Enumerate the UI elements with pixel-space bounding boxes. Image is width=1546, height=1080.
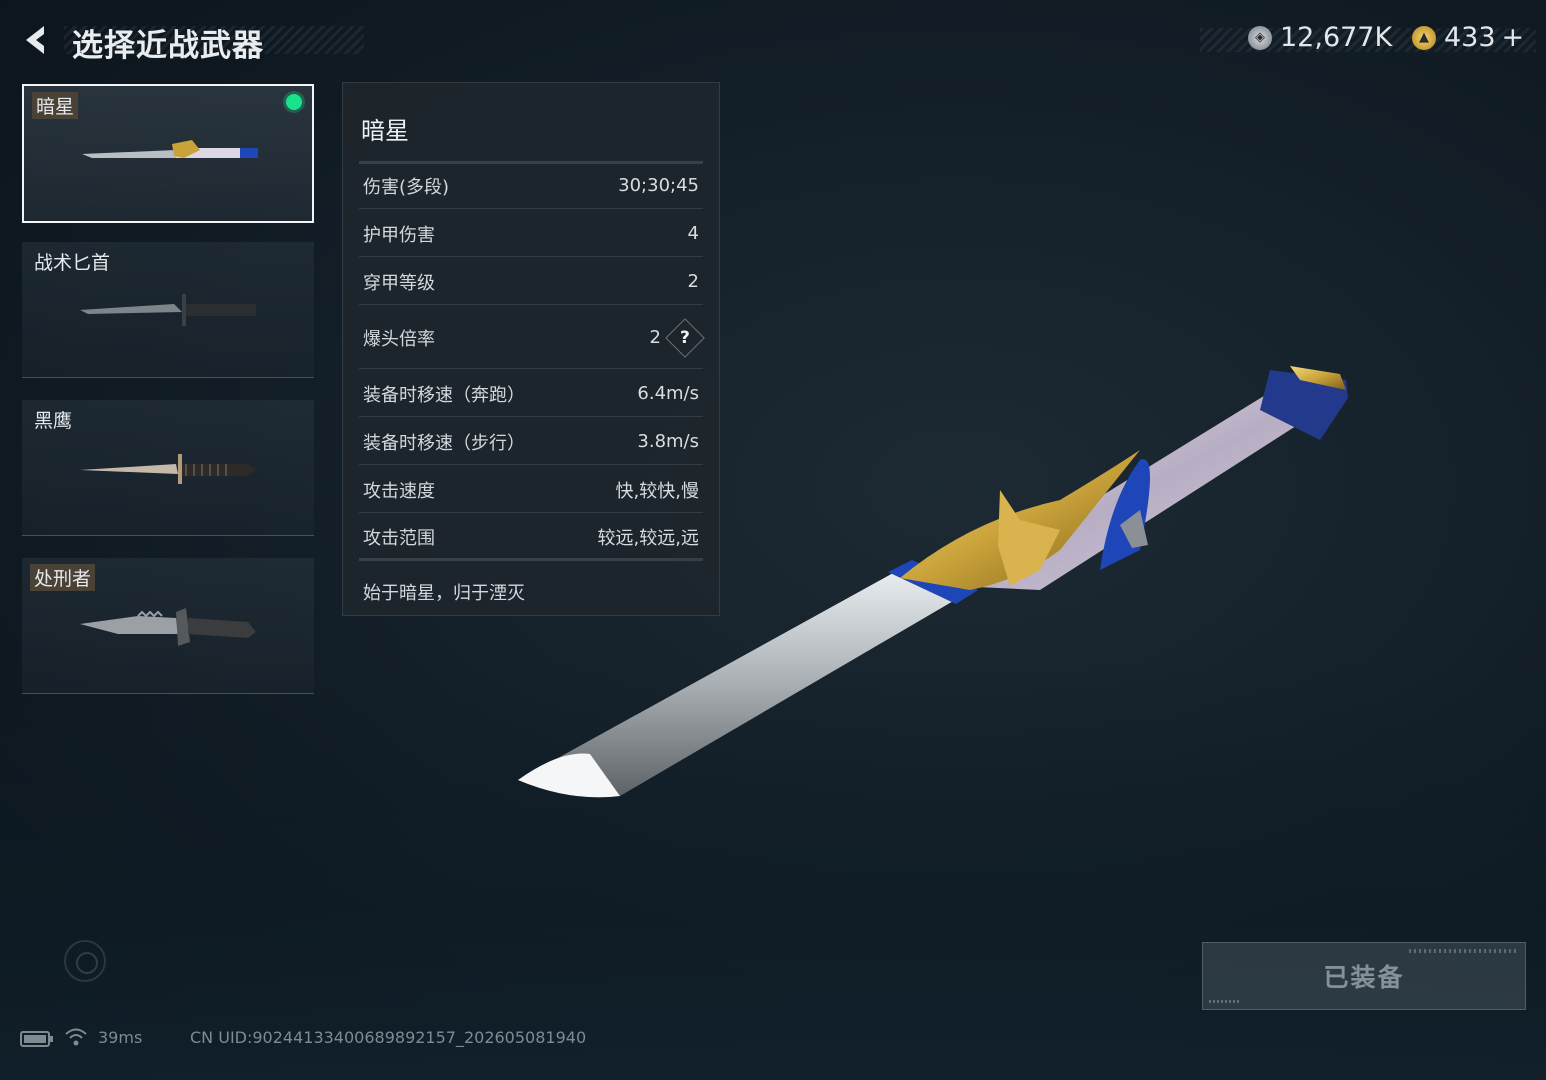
add-gold-button[interactable]: +	[1502, 22, 1525, 53]
stat-value: 4	[687, 223, 699, 244]
black-hawk-thumbnail	[80, 454, 256, 484]
stat-label: 攻击速度	[363, 480, 435, 502]
weapon-card-label: 战术匕首	[34, 252, 111, 274]
stat-value: 2	[687, 271, 699, 292]
ping-value: 39ms	[98, 1028, 143, 1047]
stat-value-group: 2 ?	[649, 317, 705, 358]
button-decoration	[1209, 1000, 1239, 1003]
gold-currency-value: 433	[1444, 22, 1496, 53]
stat-label: 穿甲等级	[363, 272, 435, 294]
weapon-card-anxing[interactable]: 暗星	[22, 84, 314, 223]
weapon-card-tactical-dagger[interactable]: 战术匕首	[22, 242, 314, 378]
anxing-knife-thumbnail	[82, 140, 258, 158]
weapon-card-black-hawk[interactable]: 黑鹰	[22, 400, 314, 536]
weapon-details-title: 暗星	[361, 117, 409, 145]
uid-text: CN UID:9024413340068989215‍7_20260508194…	[190, 1028, 587, 1047]
gold-currency[interactable]: ▲ 433 +	[1412, 22, 1524, 53]
stat-label: 攻击范围	[363, 527, 435, 549]
silver-currency: ◈ 12,677K	[1248, 22, 1392, 53]
page-title: 选择近战武器	[72, 28, 264, 64]
stat-label: 爆头倍率	[363, 328, 435, 350]
stat-value: 30;30;45	[618, 175, 699, 196]
tactical-dagger-thumbnail	[80, 294, 256, 326]
stat-value: 2	[649, 327, 661, 348]
stat-label: 护甲伤害	[363, 224, 435, 246]
weapon-card-label: 暗星	[32, 92, 79, 119]
silver-currency-value: 12,677K	[1280, 22, 1393, 53]
chevron-left-icon	[26, 26, 44, 54]
weapon-card-executioner[interactable]: 处刑者	[22, 558, 314, 694]
executioner-thumbnail	[80, 608, 256, 646]
wifi-icon	[65, 1028, 87, 1046]
stat-row-penetration: 穿甲等级 2	[359, 259, 703, 305]
equipped-button[interactable]: 已装备	[1202, 942, 1526, 1010]
stat-row-damage: 伤害(多段) 30;30;45	[359, 163, 703, 209]
weapon-preview-render	[518, 366, 1348, 798]
stat-label: 伤害(多段)	[363, 176, 450, 198]
back-button[interactable]	[18, 22, 54, 58]
button-decoration	[1409, 949, 1519, 953]
gold-coin-icon: ▲	[1412, 25, 1436, 50]
voice-chat-icon[interactable]	[64, 940, 106, 982]
help-glyph: ?	[680, 327, 690, 348]
silver-coin-icon: ◈	[1248, 25, 1272, 50]
equipped-button-label: 已装备	[1323, 963, 1405, 992]
weapon-card-label: 处刑者	[30, 564, 96, 591]
equipped-indicator	[286, 94, 302, 110]
stat-row-armor-damage: 护甲伤害 4	[359, 211, 703, 257]
battery-icon	[20, 1031, 53, 1047]
weapon-card-label: 黑鹰	[34, 410, 73, 432]
